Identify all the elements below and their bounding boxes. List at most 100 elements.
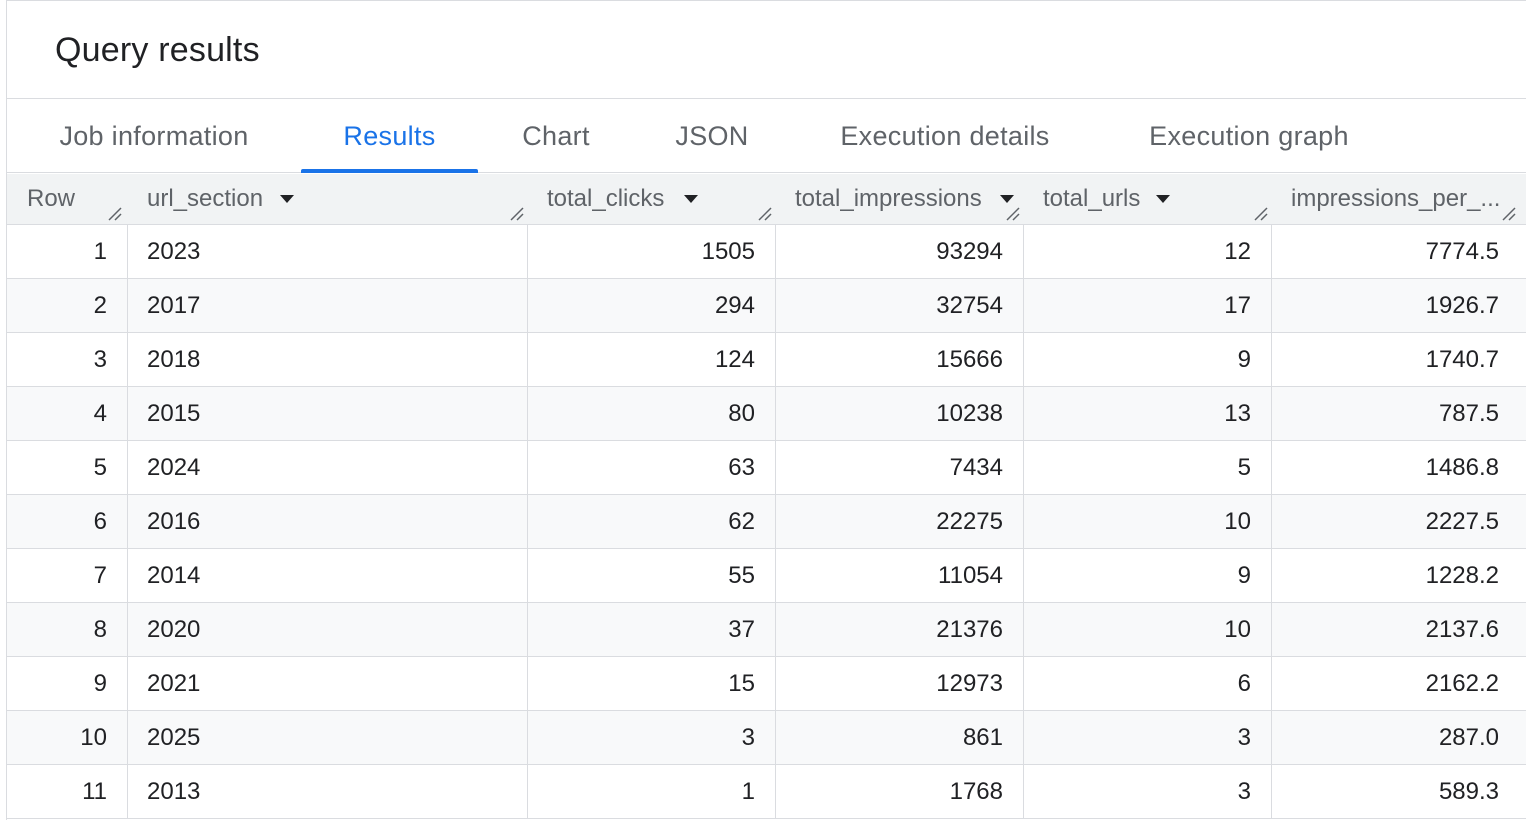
cell-total-urls: 3	[1237, 724, 1251, 751]
query-results-panel: Query results Job information Results Ch…	[6, 0, 1526, 820]
cell-impressions-per: 2162.2	[1425, 670, 1499, 697]
column-resize-icon[interactable]	[509, 207, 525, 221]
cell-url-section: 2016	[147, 508, 201, 535]
table-row[interactable]: 2 2017 294 32754 17 1926.7	[7, 279, 1526, 333]
cell-total-clicks: 294	[714, 292, 755, 319]
cell-row-number: 4	[93, 400, 107, 427]
cell-impressions-per: 2227.5	[1425, 508, 1499, 535]
tab-execution-details[interactable]: Execution details	[790, 99, 1100, 172]
cell-row-number: 6	[93, 508, 107, 535]
column-resize-icon[interactable]	[757, 207, 773, 221]
column-header-total-urls[interactable]: total_urls	[1023, 174, 1271, 224]
cell-row-number: 7	[93, 562, 107, 589]
cell-row-number: 5	[93, 454, 107, 481]
cell-row-number: 11	[82, 778, 107, 805]
column-header-label: total_impressions	[795, 185, 982, 212]
cell-row-number: 8	[93, 616, 107, 643]
cell-total-urls: 9	[1237, 346, 1251, 373]
tab-json[interactable]: JSON	[634, 99, 790, 172]
table-body: 1 2023 1505 93294 12 7774.5 2 2017 294 32754 17 192…	[7, 225, 1526, 819]
column-header-label: total_urls	[1043, 185, 1141, 212]
tab-chart[interactable]: Chart	[478, 99, 634, 172]
column-header-label: Row	[27, 185, 76, 212]
cell-total-urls: 10	[1224, 616, 1251, 643]
cell-total-urls: 13	[1224, 400, 1251, 427]
sort-desc-icon[interactable]	[1156, 195, 1170, 203]
cell-total-clicks: 1	[741, 778, 755, 805]
cell-total-urls: 6	[1237, 670, 1251, 697]
sort-desc-icon[interactable]	[684, 195, 698, 203]
cell-impressions-per: 1486.8	[1425, 454, 1499, 481]
cell-total-impressions: 93294	[936, 238, 1003, 265]
cell-total-impressions: 861	[962, 724, 1003, 751]
cell-url-section: 2025	[147, 724, 201, 751]
table-header: Row url_section total_clicks total_impre…	[7, 174, 1526, 225]
column-header-total-impressions[interactable]: total_impressions	[775, 174, 1023, 224]
cell-total-impressions: 7434	[949, 454, 1003, 481]
cell-total-urls: 3	[1237, 778, 1251, 805]
cell-impressions-per: 287.0	[1438, 724, 1499, 751]
cell-url-section: 2015	[147, 400, 201, 427]
cell-url-section: 2014	[147, 562, 201, 589]
cell-impressions-per: 1740.7	[1425, 346, 1499, 373]
cell-total-clicks: 37	[728, 616, 755, 643]
cell-total-clicks: 1505	[701, 238, 755, 265]
results-table: Row url_section total_clicks total_impre…	[7, 174, 1526, 819]
table-row[interactable]: 11 2013 1 1768 3 589.3	[7, 765, 1526, 819]
table-row[interactable]: 1 2023 1505 93294 12 7774.5	[7, 225, 1526, 279]
cell-impressions-per: 7774.5	[1425, 238, 1499, 265]
column-header-impressions-per[interactable]: impressions_per_...	[1271, 174, 1526, 224]
cell-total-clicks: 63	[728, 454, 755, 481]
table-row[interactable]: 4 2015 80 10238 13 787.5	[7, 387, 1526, 441]
table-row[interactable]: 5 2024 63 7434 5 1486.8	[7, 441, 1526, 495]
table-row[interactable]: 6 2016 62 22275 10 2227.5	[7, 495, 1526, 549]
table-row[interactable]: 3 2018 124 15666 9 1740.7	[7, 333, 1526, 387]
column-header-row: Row	[7, 174, 127, 224]
cell-url-section: 2017	[147, 292, 201, 319]
cell-impressions-per: 2137.6	[1425, 616, 1499, 643]
table-row[interactable]: 7 2014 55 11054 9 1228.2	[7, 549, 1526, 603]
cell-url-section: 2013	[147, 778, 201, 805]
table-row[interactable]: 10 2025 3 861 3 287.0	[7, 711, 1526, 765]
column-resize-icon[interactable]	[1005, 207, 1021, 221]
cell-impressions-per: 1926.7	[1425, 292, 1499, 319]
sort-desc-icon[interactable]	[280, 195, 294, 203]
cell-total-impressions: 21376	[936, 616, 1003, 643]
sort-desc-icon[interactable]	[1000, 195, 1014, 203]
cell-total-impressions: 11054	[938, 562, 1003, 589]
table-row[interactable]: 8 2020 37 21376 10 2137.6	[7, 603, 1526, 657]
cell-total-impressions: 32754	[936, 292, 1003, 319]
cell-total-urls: 10	[1224, 508, 1251, 535]
cell-total-clicks: 62	[728, 508, 755, 535]
cell-impressions-per: 589.3	[1438, 778, 1499, 805]
table-row[interactable]: 9 2021 15 12973 6 2162.2	[7, 657, 1526, 711]
cell-total-urls: 17	[1224, 292, 1251, 319]
column-header-total-clicks[interactable]: total_clicks	[527, 174, 775, 224]
cell-url-section: 2020	[147, 616, 201, 643]
cell-row-number: 2	[93, 292, 107, 319]
cell-total-clicks: 124	[714, 346, 755, 373]
cell-row-number: 1	[93, 238, 107, 265]
cell-url-section: 2018	[147, 346, 201, 373]
cell-total-clicks: 15	[728, 670, 755, 697]
panel-title: Query results	[55, 31, 260, 69]
cell-total-urls: 9	[1237, 562, 1251, 589]
cell-total-impressions: 1768	[949, 778, 1003, 805]
tab-results[interactable]: Results	[301, 99, 478, 173]
column-header-label: url_section	[147, 185, 264, 212]
column-header-label: impressions_per_...	[1291, 185, 1501, 212]
column-header-url-section[interactable]: url_section	[127, 174, 527, 224]
cell-total-impressions: 15666	[936, 346, 1003, 373]
column-header-label: total_clicks	[547, 185, 665, 212]
column-resize-icon[interactable]	[1253, 207, 1269, 221]
tab-job-information[interactable]: Job information	[7, 99, 301, 172]
tab-execution-graph[interactable]: Execution graph	[1100, 99, 1398, 172]
cell-total-clicks: 55	[728, 562, 755, 589]
column-resize-icon[interactable]	[1501, 207, 1517, 221]
cell-impressions-per: 1228.2	[1425, 562, 1499, 589]
column-resize-icon[interactable]	[107, 207, 123, 221]
cell-impressions-per: 787.5	[1438, 400, 1499, 427]
cell-total-impressions: 22275	[936, 508, 1003, 535]
cell-url-section: 2024	[147, 454, 201, 481]
cell-row-number: 9	[93, 670, 107, 697]
